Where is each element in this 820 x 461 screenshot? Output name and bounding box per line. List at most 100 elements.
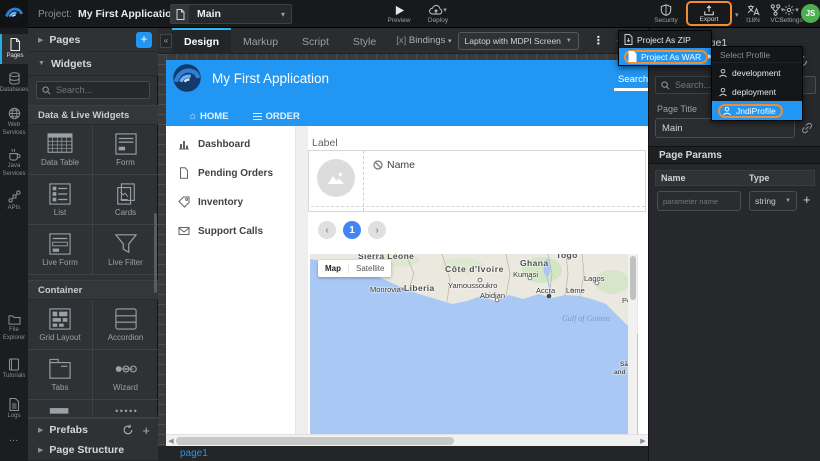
scrollbar-thumb[interactable] xyxy=(176,437,454,445)
widget-partial-1[interactable] xyxy=(28,400,93,418)
tab-script[interactable]: Script xyxy=(290,28,341,54)
tab-design[interactable]: Design xyxy=(172,28,231,54)
widget-data-table[interactable]: Data Table xyxy=(28,125,93,175)
rail-item-apis[interactable]: APIs xyxy=(0,186,28,216)
palette-scrollbar[interactable] xyxy=(154,213,157,293)
add-prefab-button[interactable]: + xyxy=(142,423,150,438)
page-horizontal-scrollbar[interactable]: ◀ ▶ xyxy=(166,434,648,446)
widget-wizard[interactable]: Wizard xyxy=(93,350,158,400)
rail-item-logs[interactable]: Logs xyxy=(0,394,28,424)
rail-item-pages[interactable]: Pages xyxy=(0,34,28,64)
accordion-icon xyxy=(114,308,138,330)
designed-page[interactable]: My First Application Search ⌂HOME ORDER … xyxy=(166,60,648,446)
param-type-select[interactable]: string ▼ xyxy=(749,191,797,211)
widget-search[interactable] xyxy=(36,81,150,99)
play-icon xyxy=(394,5,405,16)
bindings-button[interactable]: Bindings ▾ xyxy=(396,35,451,46)
page-title-input[interactable] xyxy=(655,118,795,138)
user-avatar[interactable]: JS xyxy=(801,4,820,23)
app-nav: ⌂HOME ORDER xyxy=(166,106,648,126)
tab-markup[interactable]: Markup xyxy=(231,28,290,54)
home-icon: ⌂ xyxy=(190,111,196,122)
map-label-lome: Lome xyxy=(566,286,585,295)
project-label: Project: xyxy=(38,9,72,20)
link-icon[interactable] xyxy=(801,122,813,134)
i18n-button[interactable]: I18N xyxy=(741,2,765,26)
profile-jndiprofile[interactable]: JndiProfile xyxy=(712,101,802,120)
add-page-button[interactable]: + xyxy=(136,32,152,48)
widget-grid-layout[interactable]: Grid Layout xyxy=(28,300,93,350)
add-param-button[interactable]: + xyxy=(803,192,811,207)
widget-form[interactable]: Form xyxy=(93,125,158,175)
export-chevron-icon[interactable]: ▾ xyxy=(735,11,739,19)
scroll-left-arrow[interactable]: ◀ xyxy=(166,437,176,445)
nav-order[interactable]: ORDER xyxy=(253,111,300,122)
file-icon xyxy=(178,167,190,179)
photo-icon xyxy=(327,171,345,185)
widget-accordion[interactable]: Accordion xyxy=(93,300,158,350)
preview-button[interactable]: Preview xyxy=(382,2,416,26)
canvas-bottom-bar: page1 xyxy=(158,446,648,461)
map-widget[interactable]: Sierra Leone Monrovia Liberia Côte d'Ivo… xyxy=(310,254,638,434)
refresh-icon[interactable] xyxy=(122,424,134,436)
menu-item-project-as-zip[interactable]: Project As ZIP xyxy=(619,31,711,48)
map-label-cote-divoire: Côte d'Ivoire xyxy=(445,264,504,274)
pages-icon xyxy=(9,38,21,51)
widget-live-filter[interactable]: Live Filter xyxy=(93,225,158,275)
page-structure-header[interactable]: ▶ Page Structure xyxy=(28,439,158,461)
widget-live-form[interactable]: Live Form xyxy=(28,225,93,275)
bottom-tab-page1[interactable]: page1 xyxy=(180,448,208,459)
project-name: My First Application xyxy=(78,8,178,20)
page-next-button[interactable] xyxy=(368,221,386,239)
map-type-control[interactable]: Map Satellite xyxy=(318,260,391,277)
kebab-menu-icon[interactable]: ⋮ xyxy=(593,34,604,47)
page-number[interactable]: 1 xyxy=(343,221,361,239)
security-button[interactable]: Security xyxy=(650,2,682,26)
widget-list[interactable]: List xyxy=(28,175,93,225)
brand-logo[interactable] xyxy=(0,0,28,28)
menu-item-inventory[interactable]: Inventory xyxy=(166,192,296,212)
nav-home[interactable]: ⌂HOME xyxy=(190,111,229,122)
satellite-button[interactable]: Satellite xyxy=(349,264,391,273)
rail-item-file-explorer[interactable]: File Explorer xyxy=(0,310,28,346)
widget-cards[interactable]: Cards xyxy=(93,175,158,225)
rail-more-button[interactable]: … xyxy=(0,433,28,444)
collapse-panel-icon[interactable]: « xyxy=(160,34,172,48)
menu-item-dashboard[interactable]: Dashboard xyxy=(166,134,296,154)
map-label-ghana: Ghana xyxy=(520,258,548,268)
rail-item-databases[interactable]: Databases xyxy=(0,68,28,98)
export-upload-icon xyxy=(703,5,715,16)
rail-item-java-services[interactable]: Java Services xyxy=(0,144,28,180)
scroll-right-arrow[interactable]: ▶ xyxy=(638,437,648,445)
list-widget[interactable]: Name xyxy=(308,150,646,212)
pages-panel-header[interactable]: ▶ Pages + xyxy=(28,28,158,52)
col-name: Name xyxy=(661,173,749,183)
widgets-panel-header[interactable]: ▼ Widgets xyxy=(28,52,158,76)
menu-item-support-calls[interactable]: Support Calls xyxy=(166,221,296,241)
widget-tabs[interactable]: Tabs xyxy=(28,350,93,400)
page-prev-button[interactable] xyxy=(318,221,336,239)
menu-item-pending-orders[interactable]: Pending Orders xyxy=(166,163,296,183)
scrollbar-thumb[interactable] xyxy=(630,256,636,300)
map-label-lagos: Lagos xyxy=(584,274,604,283)
menu-item-project-as-war[interactable]: Project As WAR ▶ xyxy=(619,48,711,65)
profile-development[interactable]: development xyxy=(712,63,802,82)
tab-style[interactable]: Style xyxy=(341,28,388,54)
app-search-link[interactable]: Search xyxy=(618,74,648,85)
app-header: My First Application Search ⌂HOME ORDER xyxy=(166,60,648,126)
label-widget[interactable]: Label xyxy=(312,137,338,149)
map-button[interactable]: Map xyxy=(318,264,349,273)
widget-partial-2[interactable] xyxy=(93,400,158,418)
device-selector[interactable]: Laptop with MDPI Screen▼ xyxy=(458,32,579,50)
live-form-icon xyxy=(48,233,72,255)
deploy-button[interactable]: ▾ Deploy xyxy=(418,2,458,26)
export-button[interactable]: Export xyxy=(686,1,732,26)
rail-item-tutorials[interactable]: Tutorials xyxy=(0,354,28,384)
profile-deployment[interactable]: deployment xyxy=(712,82,802,101)
param-name-input[interactable] xyxy=(657,191,741,211)
page-selector-dropdown[interactable]: Main ▾ xyxy=(170,4,292,24)
rail-item-web-services[interactable]: Web Services xyxy=(0,103,28,139)
widget-search-input[interactable] xyxy=(56,85,136,95)
page-vertical-scrollbar[interactable] xyxy=(628,254,637,434)
i18n-icon xyxy=(747,4,760,16)
